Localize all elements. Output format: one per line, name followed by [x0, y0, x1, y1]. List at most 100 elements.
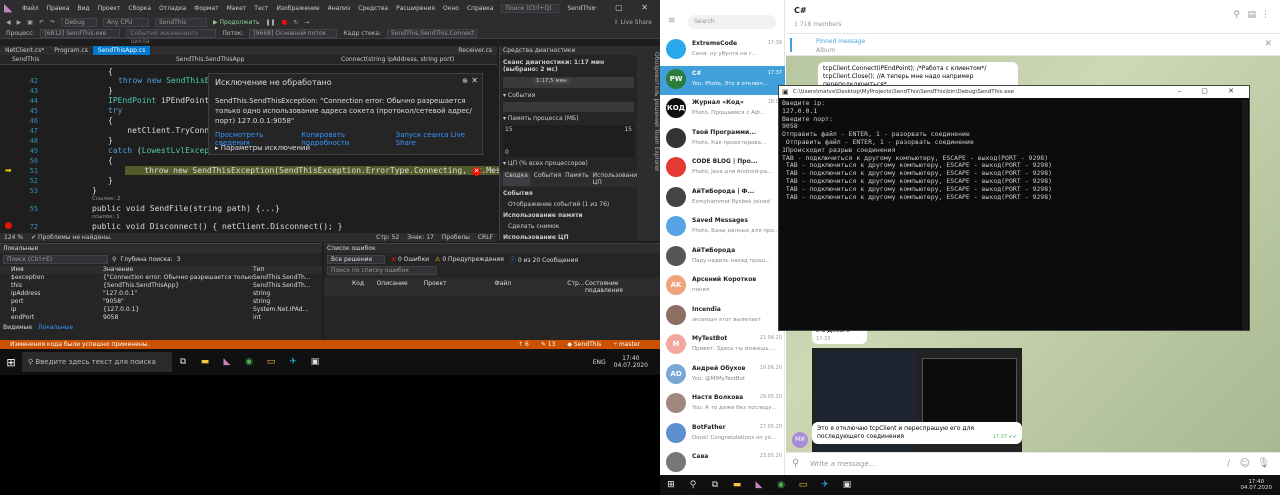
repo-indicator[interactable]: ◆ SendThis — [567, 341, 601, 348]
message-bubble[interactable]: Это я отключаю tcpClient и переспрашую е… — [812, 422, 1022, 444]
telegram-taskbar-icon[interactable]: ✈ — [817, 477, 833, 493]
visual-studio-taskbar-icon[interactable]: ◣ — [751, 477, 767, 493]
pending-changes[interactable]: ✎ 13 — [541, 341, 556, 348]
process-select[interactable]: [6812] SendThis.exe — [40, 28, 121, 38]
memory-chart[interactable]: 15 0 15 — [503, 125, 634, 157]
branch-indicator[interactable]: ⑂ master — [613, 341, 640, 348]
restart-icon[interactable]: ↻ — [293, 19, 298, 26]
exception-settings-toggle[interactable]: ▸ Параметры исключений — [215, 144, 310, 152]
timeline[interactable]: 1:17,5 мин — [503, 77, 634, 88]
close-icon[interactable]: ✕ — [1264, 39, 1272, 49]
nav-class[interactable]: SendThis.SendThisApp — [170, 56, 335, 63]
menu-item[interactable]: Макет — [227, 5, 247, 12]
forward-icon[interactable]: ▶ — [17, 19, 22, 26]
attach-icon[interactable]: ⚲ — [792, 458, 799, 469]
table-row[interactable]: endPort 9058 int — [0, 314, 322, 322]
emoji-icon[interactable]: ☺ — [1240, 458, 1250, 469]
tab-program[interactable]: Program.cs — [49, 46, 93, 55]
commits-up[interactable]: ↑ 6 — [518, 341, 529, 348]
chat-list-item[interactable]: Сава 23.05.20 — [660, 449, 785, 475]
tab-autos[interactable]: Видимые — [3, 324, 32, 331]
menu-item[interactable]: Отладка — [159, 5, 186, 12]
menu-item[interactable]: Изображение — [276, 5, 319, 12]
console-window[interactable]: C:\Users\matve\Desktop\MyProjects\SendTh… — [778, 85, 1250, 331]
diag-tab-summary[interactable]: Сводка — [503, 172, 530, 186]
diag-tab-cpu[interactable]: Использование ЦП — [593, 172, 641, 186]
search-depth-select[interactable]: 3 — [177, 256, 181, 263]
chat-list-item[interactable]: BotFather Done! Congratulations on yo... 2… — [660, 420, 785, 449]
col-line[interactable]: Стр... — [567, 280, 585, 294]
warnings-filter[interactable]: ⚠ 0 Предупреждения — [435, 256, 504, 263]
diag-tab-memory[interactable]: Память — [565, 172, 588, 186]
search-icon[interactable]: ⚲ — [1233, 10, 1240, 20]
save-icon[interactable]: ▣ — [27, 19, 33, 26]
exception-icon[interactable]: ✕ — [472, 167, 481, 176]
col-project[interactable]: Проект — [424, 280, 495, 294]
info-icon[interactable]: ▤ — [1247, 10, 1256, 20]
col-suppression[interactable]: Состояние подавления — [585, 280, 657, 294]
errors-filter[interactable]: ⊗ 0 Ошибки — [391, 256, 429, 263]
file-explorer-icon[interactable]: ▬ — [197, 354, 213, 370]
messages-filter[interactable]: ⓘ 0 из 20 Сообщения — [510, 255, 578, 264]
chat-list-item[interactable]: PW C# You: Photo, Это я отключ... 17:37 — [660, 65, 785, 95]
col-name[interactable]: Имя — [3, 266, 103, 274]
errors-scope-select[interactable]: Все решение — [327, 255, 385, 264]
table-row[interactable]: ip {127.0.0.1} System.Net.IPAd... — [0, 306, 322, 314]
chat-title[interactable]: C# — [794, 6, 807, 15]
menu-item[interactable]: Расширения — [396, 5, 435, 12]
windows-start-icon[interactable]: ⊞ — [3, 354, 19, 370]
continue-button[interactable]: ▶ Продолжить — [213, 19, 260, 26]
close-icon[interactable]: ✕ — [471, 76, 478, 85]
search-icon[interactable]: ⚲ — [685, 477, 701, 493]
pause-icon[interactable]: ❚❚ — [266, 19, 276, 26]
back-icon[interactable]: ◀ — [6, 19, 11, 26]
tab-receiver[interactable]: Receiver.cs — [453, 46, 497, 55]
chat-list-item[interactable]: Saved Messages Photo, Базы данных для про… — [660, 213, 785, 242]
breakpoint-icon[interactable] — [5, 222, 12, 229]
nav-method[interactable]: Connect(string ipAddress, string port) — [335, 56, 454, 63]
menu-item[interactable]: Формат — [194, 5, 218, 12]
take-snapshot-button[interactable]: Сделать снимок — [500, 222, 637, 231]
task-view-icon[interactable]: ⧉ — [175, 354, 191, 370]
undo-icon[interactable]: ↶ — [39, 19, 44, 26]
col-description[interactable]: Описание — [377, 280, 424, 294]
search-icon[interactable]: ⚲ — [112, 256, 116, 263]
col-value[interactable]: Значение — [103, 266, 253, 274]
folder-icon[interactable]: ▭ — [263, 354, 279, 370]
table-row[interactable]: port "9058" string — [0, 298, 322, 306]
col-type[interactable]: Тип — [253, 266, 265, 274]
menu-item[interactable]: Анализ — [328, 5, 351, 12]
sender-avatar[interactable]: МИ — [792, 432, 808, 448]
tab-sendthisapp[interactable]: SendThisApp.cs — [92, 46, 151, 55]
col-code[interactable]: Код — [352, 280, 377, 294]
chat-list-item[interactable]: Настя Волкова You: А то даже без последу.… — [660, 390, 785, 419]
config-select[interactable]: Debug — [60, 17, 97, 27]
vs-search-input[interactable]: Поиск (Ctrl+Q) — [501, 3, 560, 13]
hamburger-menu-icon[interactable]: ≡ — [668, 16, 676, 26]
table-row[interactable]: $exception {"Connection error: Обычно раз… — [0, 274, 322, 282]
chat-list-item[interactable]: AO Андрей Обухов You: @MIMyTestBot 19.06.20 — [660, 361, 785, 390]
menu-item[interactable]: Файл — [22, 5, 39, 12]
language-indicator[interactable]: ENG — [593, 359, 606, 366]
nav-project[interactable]: SendThis — [0, 56, 170, 63]
step-icon[interactable]: → — [304, 19, 309, 26]
menu-item[interactable]: Сборка — [128, 5, 151, 12]
clock[interactable]: 17:40 04.07.2020 — [1241, 479, 1273, 491]
menu-item[interactable]: Тест — [254, 5, 268, 12]
telegram-search-input[interactable]: Search — [688, 15, 776, 29]
diag-events-show[interactable]: Отображение событий (1 из 76) — [500, 200, 637, 209]
cpu-select[interactable]: Any CPU — [102, 17, 149, 27]
visual-studio-taskbar-icon[interactable]: ◣ — [219, 354, 235, 370]
chat-list-item[interactable]: АйТиБорода | Ф... Esmyhammet Rysbek joine… — [660, 184, 785, 213]
chrome-icon[interactable]: ◉ — [241, 354, 257, 370]
stop-icon[interactable]: ■ — [282, 19, 288, 26]
file-explorer-icon[interactable]: ▬ — [729, 477, 745, 493]
chat-list-item[interactable]: АйТиБорода Пару недель назад прош... — [660, 243, 785, 272]
locals-search-input[interactable]: Поиск (Ctrl+E) — [3, 255, 108, 264]
chrome-icon[interactable]: ◉ — [773, 477, 789, 493]
chat-list-item[interactable]: Твой Программи... Photo, Как проектирова.… — [660, 125, 785, 154]
more-icon[interactable]: ⋮ — [1261, 10, 1270, 20]
microphone-icon[interactable]: 🎙 — [1257, 458, 1270, 469]
errors-search-input[interactable]: Поиск по списку ошибок — [327, 266, 437, 275]
chat-list-item[interactable]: CODE BLOG | Про... Photo, Java для Androi… — [660, 154, 785, 183]
